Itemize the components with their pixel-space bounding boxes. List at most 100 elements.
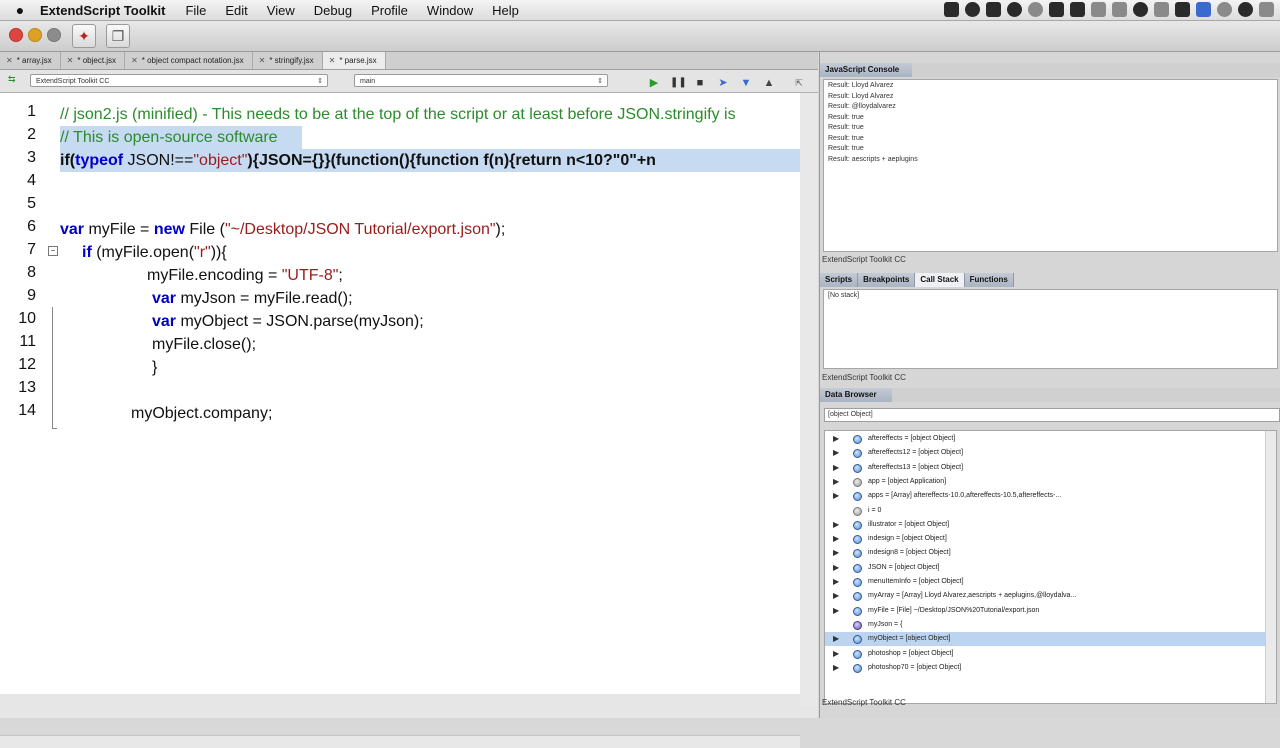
tree-row[interactable]: ▶ photoshop = [object Object] [825,647,1265,661]
menu-file[interactable]: File [185,3,206,18]
console-output[interactable]: Result: Lloyd Alvarez Result: Lloyd Alva… [823,79,1278,252]
console-panel-tab[interactable]: JavaScript Console [820,63,912,77]
close-tab-icon[interactable]: ✕ [131,56,138,65]
expand-arrow-icon[interactable]: ▶ [833,647,841,661]
link-icon[interactable]: ⇆ [8,74,16,85]
grid-icon[interactable] [1091,2,1106,17]
gear-icon[interactable] [1196,2,1211,17]
close-tab-icon[interactable]: ✕ [329,56,336,65]
tree-row[interactable]: ▶ myFile = [File] ~/Desktop/JSON%20Tutori… [825,604,1265,618]
close-tab-icon[interactable]: ✕ [67,56,74,65]
tree-row[interactable]: ▶ JSON = [object Object] [825,561,1265,575]
data-browser-tab[interactable]: Data Browser [820,388,892,402]
search-icon[interactable] [1259,2,1274,17]
info-icon[interactable] [1217,2,1232,17]
sync-icon[interactable] [1175,2,1190,17]
data-browser-field[interactable]: [object Object] [824,408,1280,422]
apple-menu-icon[interactable]: ● [0,2,40,18]
close-tab-icon[interactable]: ✕ [259,56,266,65]
expand-arrow-icon[interactable]: ▶ [833,575,841,589]
minimize-window-icon[interactable] [28,28,42,42]
target-engine-select[interactable]: main ⇕ [354,74,608,87]
bell-icon[interactable] [1238,2,1253,17]
menu-window[interactable]: Window [427,3,473,18]
tab-scripts[interactable]: Scripts [820,273,859,287]
expand-pane-icon[interactable]: ⇱ [792,77,806,89]
camera-icon[interactable] [944,2,959,17]
tab-object[interactable]: ✕ * object.jsx [61,52,126,69]
tree-row[interactable]: ▶ indesign = [object Object] [825,532,1265,546]
code-editor[interactable]: 1 2 3 4 5 6 7 8 9 10 11 12 13 14 − // js… [0,93,801,748]
menu-help[interactable]: Help [492,3,519,18]
cloud-icon[interactable] [1049,2,1064,17]
tab-parse[interactable]: ✕ * parse.jsx [322,52,386,69]
menu-view[interactable]: View [267,3,295,18]
expand-arrow-icon[interactable]: ▶ [833,632,841,646]
tab-breakpoints[interactable]: Breakpoints [858,273,916,287]
expand-arrow-icon[interactable]: ▶ [833,546,841,560]
horizontal-scrollbar[interactable] [0,735,800,748]
expand-arrow-icon[interactable]: ▶ [833,661,841,675]
tree-row[interactable]: ▶ illustrator = [object Object] [825,518,1265,532]
tree-row[interactable]: ▶ aftereffects13 = [object Object] [825,461,1265,475]
menu-edit[interactable]: Edit [225,3,247,18]
expand-arrow-icon[interactable]: ▶ [833,475,841,489]
target-app-select[interactable]: ExtendScript Toolkit CC ⇕ [30,74,328,87]
expand-arrow-icon[interactable]: ▶ [833,461,841,475]
pause-icon[interactable]: ❚❚ [670,77,687,89]
expand-arrow-icon[interactable]: ▶ [833,532,841,546]
expand-arrow-icon[interactable]: ▶ [833,604,841,618]
zoom-window-icon[interactable] [47,28,61,42]
tree-row[interactable]: ▶ menuItemInfo = [object Object] [825,575,1265,589]
new-panel-icon[interactable]: ❐ [106,24,130,48]
tree-row[interactable]: ▶ photoshop70 = [object Object] [825,661,1265,675]
clipboard-icon[interactable] [986,2,1001,17]
tab-array[interactable]: ✕ * array.jsx [0,52,61,69]
step-out-icon[interactable]: ▲ [762,77,776,89]
tree-row[interactable]: ▶ aftereffects = [object Object] [825,432,1265,446]
tree-row[interactable]: ▶ aftereffects12 = [object Object] [825,446,1265,460]
menu-debug[interactable]: Debug [314,3,352,18]
expand-arrow-icon[interactable]: ▶ [833,518,841,532]
play-icon[interactable]: ▶ [647,77,661,89]
pen-icon[interactable] [1154,2,1169,17]
call-stack-list[interactable]: [No stack] [823,289,1278,369]
tab-call-stack[interactable]: Call Stack [915,273,965,287]
dropbox-icon[interactable] [1007,2,1022,17]
menu-profile[interactable]: Profile [371,3,408,18]
tree-row[interactable]: ▶ indesign8 = [object Object] [825,546,1265,560]
tab-label: * parse.jsx [339,56,377,65]
tree-scrollbar[interactable] [1265,431,1276,703]
tree-row[interactable]: ▶ myObject = [object Object] [825,632,1265,647]
target-icon[interactable] [1133,2,1148,17]
expand-arrow-icon[interactable]: ▶ [833,561,841,575]
tree-row[interactable]: i = 0 [825,504,1265,518]
close-window-icon[interactable] [9,28,23,42]
tree-row[interactable]: myJson = { [825,618,1265,632]
record-icon[interactable] [1028,2,1043,17]
fold-toggle-icon[interactable]: − [48,246,58,256]
vertical-scrollbar[interactable] [800,93,818,706]
tree-row[interactable]: ▶ myArray = [Array] Lloyd Alvarez,aescrip… [825,589,1265,603]
tree-row[interactable]: ▶ app = [object Application] [825,475,1265,489]
tab-functions[interactable]: Functions [964,273,1014,287]
app-menu[interactable]: ExtendScript Toolkit [40,3,165,18]
step-over-icon[interactable]: ➤ [716,77,730,89]
debug-panel-tabs: Scripts Breakpoints Call Stack Functions [820,273,1014,287]
tab-stringify[interactable]: ✕ * stringify.jsx [253,52,323,69]
comment: // This is open-source software [60,129,278,146]
lock-icon[interactable] [965,2,980,17]
expand-arrow-icon[interactable]: ▶ [833,489,841,503]
expand-arrow-icon[interactable]: ▶ [833,589,841,603]
stop-icon[interactable]: ■ [693,77,707,89]
brush-tool-icon[interactable]: ✦ [72,24,96,48]
expand-arrow-icon[interactable]: ▶ [833,432,841,446]
home-icon[interactable] [1070,2,1085,17]
expand-arrow-icon[interactable]: ▶ [833,446,841,460]
tab-object-compact-notation[interactable]: ✕ * object compact notation.jsx [125,52,253,69]
close-tab-icon[interactable]: ✕ [6,56,13,65]
tree-row[interactable]: ▶ apps = [Array] aftereffects-10.0,aftere… [825,489,1265,503]
data-browser-tree[interactable]: ▶ aftereffects = [object Object] ▶ aftereff… [824,430,1277,704]
box-icon[interactable] [1112,2,1127,17]
step-into-icon[interactable]: ▼ [739,77,753,89]
